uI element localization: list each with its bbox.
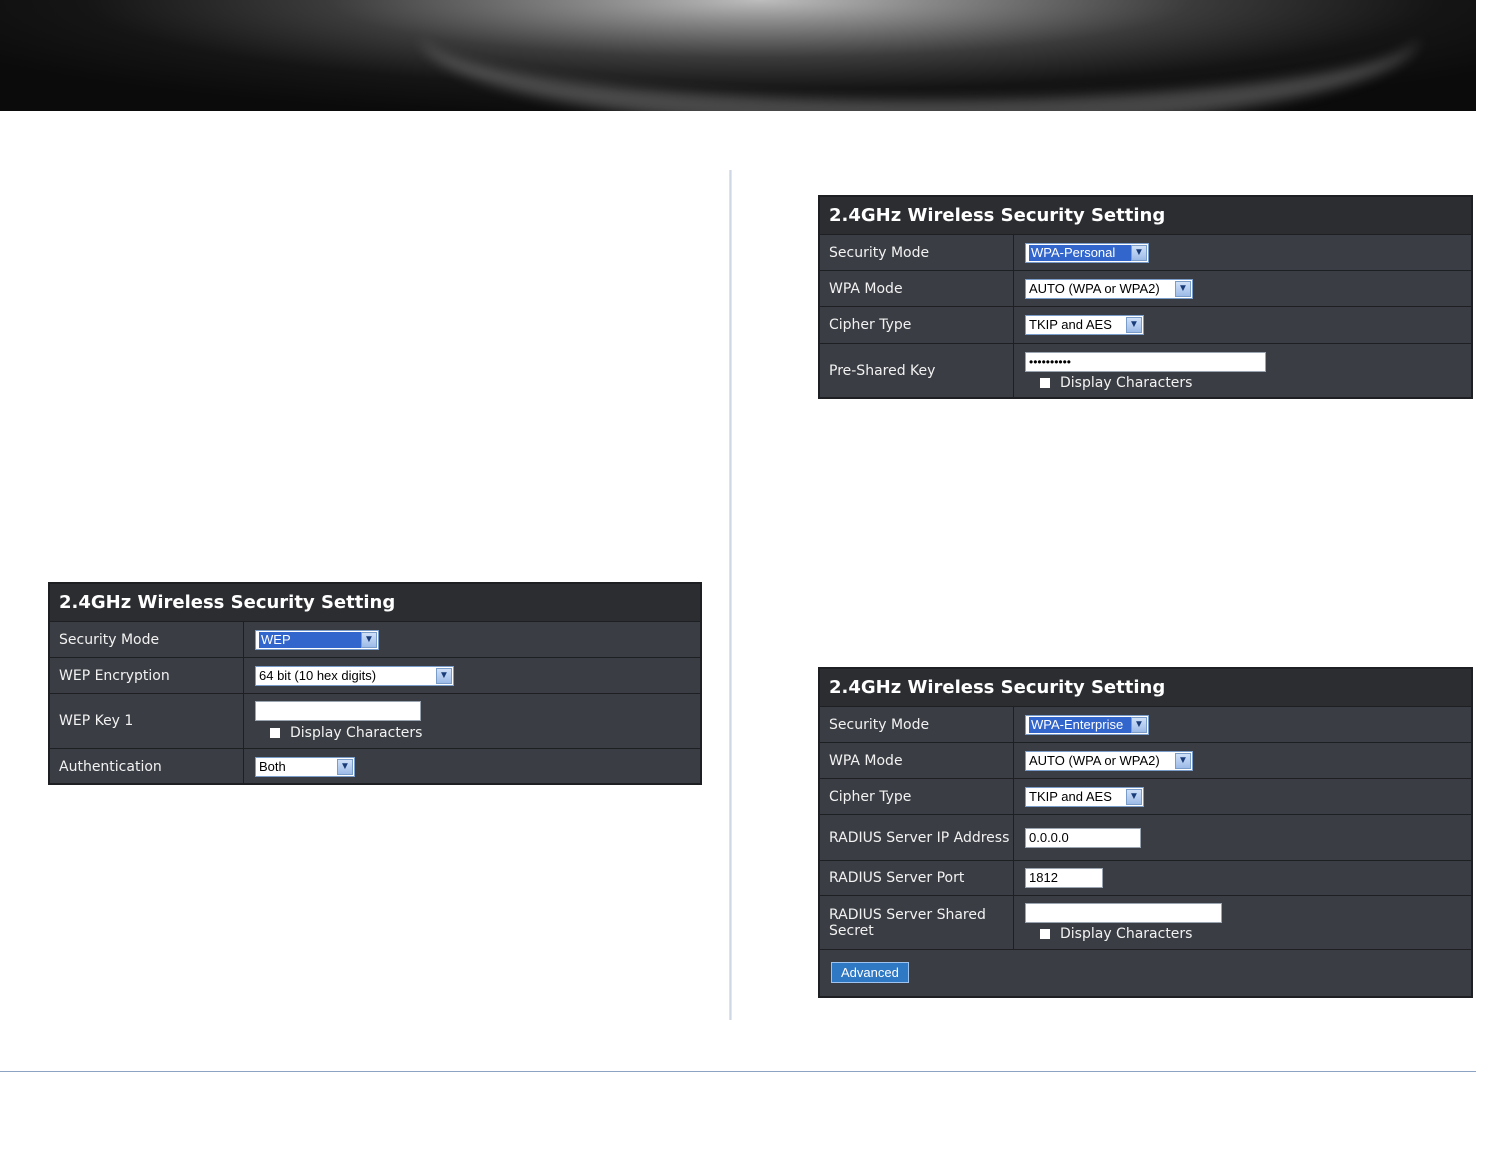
- pre-shared-key-input[interactable]: ••••••••••: [1025, 351, 1266, 372]
- chevron-down-icon: ▼: [1126, 317, 1142, 333]
- display-characters-checkbox[interactable]: Display Characters: [1025, 375, 1471, 391]
- wep-security-panel: 2.4GHz Wireless Security Setting Securit…: [48, 582, 702, 785]
- authentication-label: Authentication: [50, 749, 244, 784]
- chevron-down-icon: ▼: [1131, 244, 1147, 261]
- wep-key-row: WEP Key 1 Display Characters: [50, 694, 700, 749]
- display-characters-checkbox[interactable]: Display Characters: [255, 725, 700, 741]
- authentication-row: Authentication Both ▼: [50, 749, 700, 784]
- wep-key-label: WEP Key 1: [50, 694, 244, 748]
- radius-ip-input[interactable]: 0.0.0.0: [1025, 827, 1141, 848]
- security-mode-label: Security Mode: [820, 235, 1014, 270]
- advanced-row: Advanced: [820, 950, 1471, 995]
- security-mode-row: Security Mode WPA-Enterprise ▼: [820, 707, 1471, 743]
- pre-shared-key-row: Pre-Shared Key •••••••••• Display Charac…: [820, 344, 1471, 398]
- wep-encryption-row: WEP Encryption 64 bit (10 hex digits) ▼: [50, 658, 700, 694]
- security-mode-select[interactable]: WEP ▼: [255, 629, 379, 650]
- radius-port-row: RADIUS Server Port 1812: [820, 861, 1471, 896]
- security-mode-row: Security Mode WEP ▼: [50, 622, 700, 658]
- chevron-down-icon: ▼: [361, 631, 377, 648]
- chevron-down-icon: ▼: [1131, 716, 1147, 733]
- cipher-type-label: Cipher Type: [820, 779, 1014, 814]
- wpa-mode-label: WPA Mode: [820, 271, 1014, 306]
- chevron-down-icon: ▼: [1126, 788, 1142, 805]
- chevron-down-icon: ▼: [1175, 280, 1191, 297]
- radius-ip-label: RADIUS Server IP Address: [820, 815, 1014, 860]
- wpa-mode-label: WPA Mode: [820, 743, 1014, 778]
- security-mode-label: Security Mode: [50, 622, 244, 657]
- wpa-enterprise-security-panel: 2.4GHz Wireless Security Setting Securit…: [818, 667, 1473, 998]
- radius-port-label: RADIUS Server Port: [820, 861, 1014, 895]
- security-mode-row: Security Mode WPA-Personal ▼: [820, 235, 1471, 271]
- cipher-type-label: Cipher Type: [820, 307, 1014, 343]
- security-mode-label: Security Mode: [820, 707, 1014, 742]
- banner-sheen: [420, 0, 1420, 111]
- wpa-mode-select[interactable]: AUTO (WPA or WPA2) ▼: [1025, 278, 1193, 299]
- checkbox-icon[interactable]: [1040, 377, 1050, 388]
- radius-port-input[interactable]: 1812: [1025, 868, 1103, 888]
- radius-secret-label: RADIUS Server Shared Secret: [820, 896, 1014, 949]
- footer-rule: [0, 1071, 1476, 1072]
- header-banner: [0, 0, 1476, 111]
- wep-key-input[interactable]: [255, 701, 421, 721]
- security-mode-select[interactable]: WPA-Personal ▼: [1025, 242, 1149, 263]
- wep-encryption-select[interactable]: 64 bit (10 hex digits) ▼: [255, 665, 454, 686]
- display-characters-checkbox[interactable]: Display Characters: [1025, 926, 1471, 942]
- checkbox-icon[interactable]: [270, 728, 280, 738]
- radius-secret-input[interactable]: [1025, 903, 1222, 923]
- wpa-mode-row: WPA Mode AUTO (WPA or WPA2) ▼: [820, 271, 1471, 307]
- wpa-mode-row: WPA Mode AUTO (WPA or WPA2) ▼: [820, 743, 1471, 779]
- panel-title: 2.4GHz Wireless Security Setting: [820, 197, 1471, 235]
- authentication-select[interactable]: Both ▼: [255, 756, 355, 777]
- checkbox-icon[interactable]: [1040, 929, 1050, 939]
- advanced-button[interactable]: Advanced: [831, 962, 909, 983]
- wpa-mode-select[interactable]: AUTO (WPA or WPA2) ▼: [1025, 750, 1193, 771]
- security-mode-select[interactable]: WPA-Enterprise ▼: [1025, 714, 1149, 735]
- radius-ip-row: RADIUS Server IP Address 0.0.0.0: [820, 815, 1471, 861]
- cipher-type-row: Cipher Type TKIP and AES ▼: [820, 779, 1471, 815]
- panel-title: 2.4GHz Wireless Security Setting: [820, 669, 1471, 707]
- cipher-type-select[interactable]: TKIP and AES ▼: [1025, 786, 1144, 807]
- pre-shared-key-label: Pre-Shared Key: [820, 344, 1014, 398]
- chevron-down-icon: ▼: [436, 667, 452, 684]
- radius-secret-row: RADIUS Server Shared Secret Display Char…: [820, 896, 1471, 950]
- wpa-personal-security-panel: 2.4GHz Wireless Security Setting Securit…: [818, 195, 1473, 399]
- chevron-down-icon: ▼: [337, 758, 353, 775]
- cipher-type-select[interactable]: TKIP and AES ▼: [1025, 315, 1144, 335]
- chevron-down-icon: ▼: [1175, 752, 1191, 769]
- column-divider: [729, 170, 732, 1020]
- cipher-type-row: Cipher Type TKIP and AES ▼: [820, 307, 1471, 344]
- wep-encryption-label: WEP Encryption: [50, 658, 244, 693]
- panel-title: 2.4GHz Wireless Security Setting: [50, 584, 700, 622]
